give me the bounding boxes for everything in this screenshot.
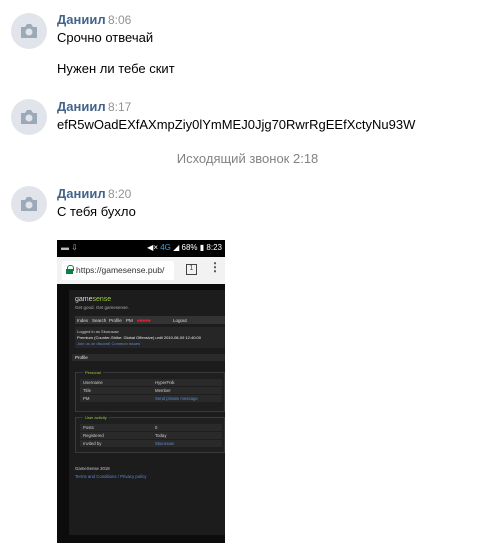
signal-icon: ◢ [173, 243, 180, 252]
author-name[interactable]: Даниил [57, 99, 106, 114]
nav-item: Logout [173, 318, 187, 323]
message-text: Нужен ли тебе скит [57, 61, 175, 76]
message-time[interactable]: 8:20 [108, 187, 131, 201]
activity-panel: User activity Posts 0 Registered Today Inv… [75, 415, 225, 453]
activity-row: Posts 0 [80, 424, 222, 431]
mute-icon: ◀× [147, 243, 158, 252]
overflow-menu-icon: ⋮ [209, 260, 221, 274]
camera-icon [21, 110, 37, 124]
nav-item: Search [92, 318, 107, 323]
author-name[interactable]: Даниил [57, 186, 106, 201]
call-notice: Исходящий звонок 2:18 [176, 151, 319, 166]
message-text: Срочно отвечай [57, 30, 154, 45]
status-right: ◀× 4G ◢ 68% ▮ 8:23 [147, 243, 222, 252]
phone-status-bar: ▬ ⇩ ◀× 4G ◢ 68% ▮ 8:23 [57, 240, 225, 257]
nav-item: Profile [109, 318, 122, 323]
tabs-icon: 1 [186, 264, 197, 275]
profile-row: Username HyperFnik [80, 379, 222, 386]
login-line: Join us on discord! Common issues [77, 341, 141, 346]
site-nav: Index Search Profile PM ■■■■■ Logout [75, 316, 225, 324]
profile-row: Title Member [80, 387, 222, 394]
profile-row: PM Send private message [80, 395, 222, 402]
battery-icon: ▮ [199, 243, 205, 252]
attached-image[interactable]: ▬ ⇩ ◀× 4G ◢ 68% ▮ 8:23 https://gamesense… [57, 240, 225, 543]
site-footer: GameSense 2018 Terms and Conditions / Pr… [75, 466, 146, 482]
nav-highlight: ■■■■■ [137, 318, 151, 323]
avatar[interactable] [11, 99, 47, 135]
camera-icon [21, 197, 37, 211]
battery-level: 68% [181, 243, 198, 252]
url-text: https://gamesense.pub/ [76, 265, 165, 275]
panel-heading: User activity [83, 415, 109, 420]
message-text: efR5wOadEXfAXmpZiy0lYmMEJ0Jjg70RwrRgEEfX… [57, 117, 416, 132]
footer-line: GameSense 2018 [75, 466, 110, 471]
nav-item: Index [77, 318, 89, 323]
lock-icon [66, 265, 74, 274]
avatar[interactable] [11, 186, 47, 222]
message-time[interactable]: 8:06 [108, 13, 131, 27]
avatar[interactable] [11, 13, 47, 49]
site-tagline: Get good. Get gamesense. [75, 305, 130, 310]
message-text: С тебя бухло [57, 204, 136, 219]
url-bar: https://gamesense.pub/ [62, 261, 174, 280]
footer-line: Terms and Conditions / Privacy policy [75, 474, 147, 479]
login-line: Logged in as Skurusaw [77, 329, 119, 334]
activity-row: Registered Today [80, 432, 222, 439]
clock: 8:23 [206, 243, 222, 252]
panel-heading: Personal [83, 370, 103, 375]
nav-item: PM [126, 318, 133, 323]
login-info: Logged in as Skurusaw Premium (Counter-S… [75, 327, 225, 348]
network-indicator: 4G [160, 243, 171, 252]
activity-row: Invited by Skurusaw [80, 440, 222, 447]
site-logo: gamesense [75, 296, 112, 303]
author-name[interactable]: Даниил [57, 12, 106, 27]
camera-icon [21, 24, 37, 38]
website-page: gamesense Get good. Get gamesense. Index… [69, 290, 225, 535]
profile-title: Profile [72, 354, 225, 361]
browser-toolbar: https://gamesense.pub/ 1 ⋮ [57, 257, 225, 284]
personal-panel: Personal Username HyperFnik Title Member P… [75, 370, 225, 412]
login-line: Premium (Counter-Strike: Global Offensiv… [77, 335, 201, 340]
message-time[interactable]: 8:17 [108, 100, 131, 114]
status-left: ▬ ⇩ [61, 243, 78, 252]
